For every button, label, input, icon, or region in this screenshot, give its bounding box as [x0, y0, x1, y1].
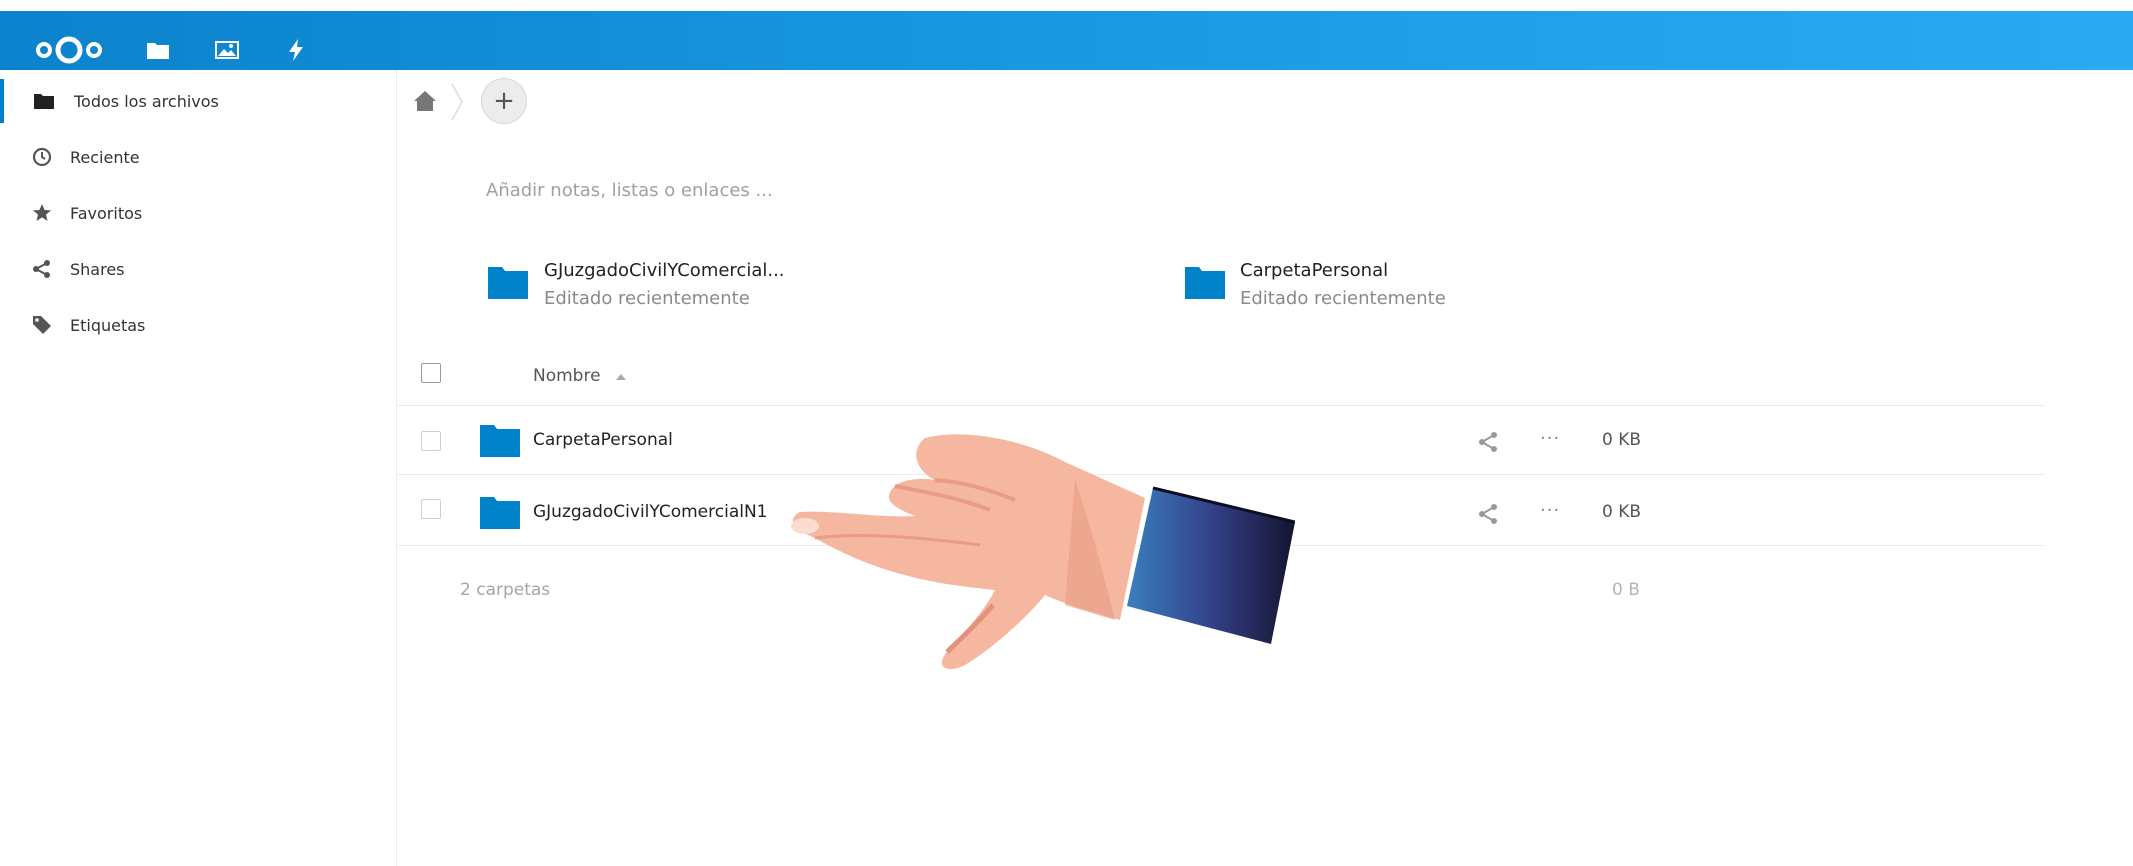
sidebar-item-shares[interactable]: Shares — [0, 247, 397, 291]
sidebar-item-label: Reciente — [70, 147, 140, 167]
recent-item-name[interactable]: GJuzgadoCivilYComercial... — [544, 260, 785, 281]
sidebar-item-tags[interactable]: Etiquetas — [0, 303, 397, 347]
row-checkbox[interactable] — [421, 499, 441, 519]
file-name[interactable]: GJuzgadoCivilYComercialN1 — [533, 502, 768, 522]
sidebar-item-label: Favoritos — [70, 203, 143, 223]
folder-icon[interactable] — [488, 265, 528, 299]
select-all-checkbox[interactable] — [421, 363, 441, 383]
top-header-bar — [0, 11, 2133, 79]
sidebar-item-favorites[interactable]: Favoritos — [0, 191, 397, 235]
more-options-icon[interactable]: ··· — [1540, 500, 1560, 521]
nextcloud-logo[interactable] — [30, 31, 108, 69]
folder-icon — [480, 497, 520, 529]
sidebar-navigation: Todos los archivos Reciente Favoritos Sh… — [0, 70, 397, 866]
sort-ascending-icon — [616, 374, 626, 380]
files-app-icon[interactable] — [140, 32, 176, 68]
star-icon — [30, 201, 54, 225]
folder-icon — [480, 425, 520, 457]
file-size: 0 KB — [1602, 502, 1642, 522]
recent-item-status: Editado recientemente — [1240, 288, 1446, 309]
photos-app-icon[interactable] — [209, 32, 245, 68]
file-size: 0 KB — [1602, 430, 1642, 450]
home-icon[interactable] — [412, 88, 438, 114]
file-name[interactable]: CarpetaPersonal — [533, 430, 673, 450]
more-options-icon[interactable]: ··· — [1540, 428, 1560, 449]
folder-count-summary: 2 carpetas — [460, 580, 551, 600]
sidebar-item-label: Todos los archivos — [74, 91, 219, 111]
share-icon — [30, 257, 54, 281]
sidebar-item-recent[interactable]: Reciente — [0, 135, 397, 179]
row-divider — [397, 405, 2045, 406]
folder-icon — [32, 89, 56, 113]
breadcrumb-chevron-icon — [451, 83, 463, 121]
clock-icon — [30, 145, 54, 169]
notes-input[interactable]: Añadir notas, listas o enlaces ... — [486, 180, 773, 201]
folder-icon[interactable] — [1185, 265, 1225, 299]
recent-item-status: Editado recientemente — [544, 288, 750, 309]
sidebar-item-label: Etiquetas — [70, 315, 146, 335]
add-new-button[interactable]: + — [481, 78, 527, 124]
total-size-summary: 0 B — [1612, 580, 1640, 600]
plus-icon: + — [493, 86, 515, 116]
sidebar-item-all-files[interactable]: Todos los archivos — [0, 79, 397, 123]
row-checkbox[interactable] — [421, 431, 441, 451]
recent-item-name[interactable]: CarpetaPersonal — [1240, 260, 1388, 281]
column-header-name[interactable]: Nombre — [533, 366, 601, 386]
pointing-hand-illustration — [791, 434, 1295, 670]
activity-app-icon[interactable] — [278, 32, 314, 68]
share-icon[interactable] — [1476, 502, 1500, 526]
tag-icon — [30, 313, 54, 337]
sidebar-item-label: Shares — [70, 259, 125, 279]
share-icon[interactable] — [1476, 430, 1500, 454]
